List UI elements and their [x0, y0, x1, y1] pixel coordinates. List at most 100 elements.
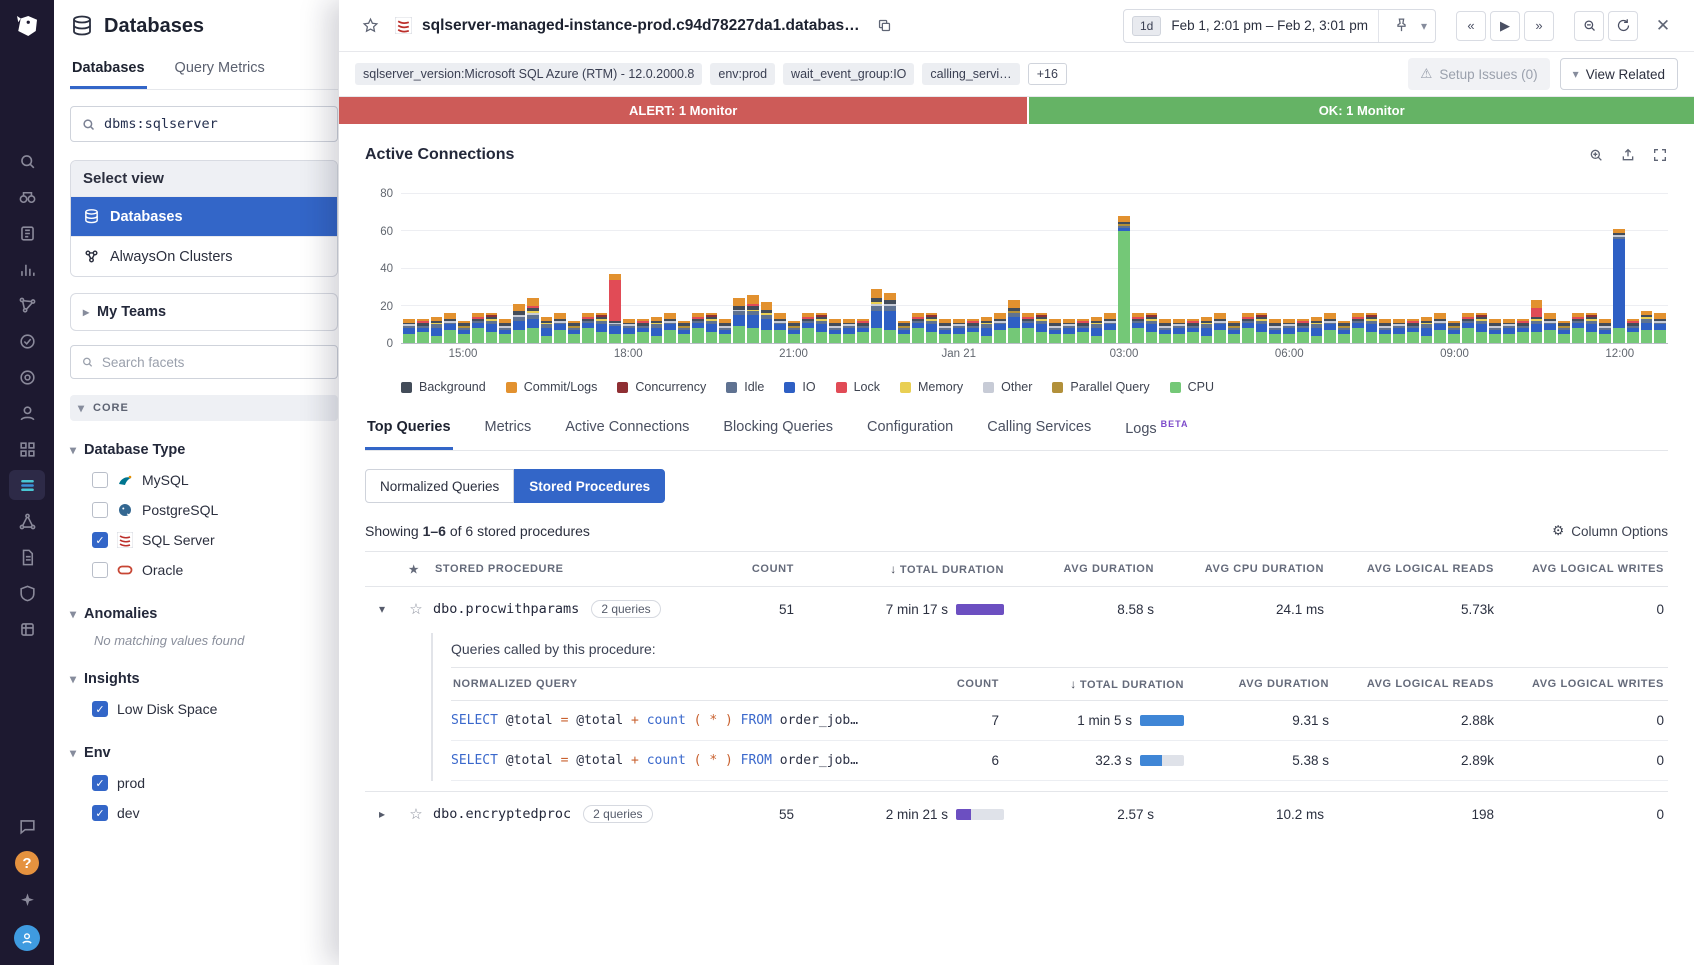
chart-bar[interactable] — [857, 194, 869, 343]
tab-calling-services[interactable]: Calling Services — [985, 408, 1093, 450]
chart-bar[interactable] — [1448, 194, 1460, 343]
chart-bar[interactable] — [609, 194, 621, 343]
chart-bar[interactable] — [554, 194, 566, 343]
chart-bar[interactable] — [1613, 194, 1625, 343]
queries-badge[interactable]: 2 queries — [583, 805, 652, 823]
legend-item[interactable]: Background — [401, 380, 486, 394]
chart-bar[interactable] — [541, 194, 553, 343]
chart-bar[interactable] — [1297, 194, 1309, 343]
normalized-queries-button[interactable]: Normalized Queries — [365, 469, 514, 503]
my-teams-toggle[interactable]: ▸ My Teams — [70, 293, 338, 331]
checkbox-unchecked[interactable] — [92, 472, 108, 488]
checkbox-checked[interactable]: ✓ — [92, 532, 108, 548]
facet-option-postgresql[interactable]: PostgreSQL — [70, 495, 338, 525]
chevron-down-icon[interactable]: ▾ — [1421, 19, 1427, 33]
chart-bar[interactable] — [706, 194, 718, 343]
chart-bar[interactable] — [939, 194, 951, 343]
chart-bar[interactable] — [1063, 194, 1075, 343]
zoom-out-icon[interactable] — [1574, 11, 1604, 41]
legend-item[interactable]: Memory — [900, 380, 963, 394]
network-icon[interactable] — [9, 506, 45, 536]
chat-icon[interactable] — [9, 811, 45, 841]
chart-bar[interactable] — [1201, 194, 1213, 343]
integrations-icon[interactable] — [9, 434, 45, 464]
checkbox-checked[interactable]: ✓ — [92, 805, 108, 821]
chart-bar[interactable] — [1379, 194, 1391, 343]
chart-bar[interactable] — [472, 194, 484, 343]
chart-bar[interactable] — [994, 194, 1006, 343]
row-star-icon[interactable]: ☆ — [399, 600, 433, 618]
chart-bar[interactable] — [719, 194, 731, 343]
metrics-icon[interactable] — [9, 254, 45, 284]
chart-bar[interactable] — [444, 194, 456, 343]
checkbox-unchecked[interactable] — [92, 562, 108, 578]
tag-chip[interactable]: env:prod — [710, 63, 775, 85]
view-item-databases[interactable]: Databases — [71, 196, 337, 236]
checkbox-checked[interactable]: ✓ — [92, 701, 108, 717]
time-range-text[interactable]: Feb 1, 2:01 pm – Feb 2, 3:01 pm — [1171, 18, 1368, 33]
legend-item[interactable]: Other — [983, 380, 1032, 394]
col-avg-logical-writes[interactable]: AVG LOGICAL WRITES — [1498, 563, 1668, 575]
stored-procedures-button[interactable]: Stored Procedures — [514, 469, 665, 503]
upgrade-sparkle-icon[interactable] — [9, 885, 45, 915]
reset-zoom-icon[interactable] — [1588, 147, 1604, 163]
chart-bar[interactable] — [651, 194, 663, 343]
tag-chip[interactable]: calling_servi… — [922, 63, 1019, 85]
traces-icon[interactable] — [9, 290, 45, 320]
chart-bar[interactable] — [1627, 194, 1639, 343]
chart-bar[interactable] — [1654, 194, 1666, 343]
col-avg-logical-writes[interactable]: AVG LOGICAL WRITES — [1498, 678, 1668, 690]
facet-option-prod[interactable]: ✓ prod — [70, 768, 338, 798]
chart-bar[interactable] — [1118, 194, 1130, 343]
facet-search-box[interactable] — [70, 345, 338, 379]
chart-bar[interactable] — [1352, 194, 1364, 343]
legend-item[interactable]: CPU — [1170, 380, 1214, 394]
legend-item[interactable]: Idle — [726, 380, 764, 394]
databases-icon[interactable] — [9, 470, 45, 500]
chart-bar[interactable] — [568, 194, 580, 343]
tab-logs[interactable]: LogsBETA — [1123, 408, 1190, 450]
chart-bar[interactable] — [1091, 194, 1103, 343]
legend-item[interactable]: IO — [784, 380, 815, 394]
logs-icon[interactable] — [9, 542, 45, 572]
chart-bar[interactable] — [678, 194, 690, 343]
datadog-logo[interactable] — [9, 8, 45, 44]
col-avg-duration[interactable]: AVG DURATION — [1188, 678, 1333, 690]
chart-bar[interactable] — [953, 194, 965, 343]
chart-bar[interactable] — [774, 194, 786, 343]
chart-bar[interactable] — [486, 194, 498, 343]
chart-bar[interactable] — [1256, 194, 1268, 343]
expand-chevron-icon[interactable]: ▸ — [365, 807, 399, 821]
chart-bar[interactable] — [1531, 194, 1543, 343]
chart-bar[interactable] — [1146, 194, 1158, 343]
row-star-icon[interactable]: ☆ — [399, 805, 433, 823]
chart-bar[interactable] — [458, 194, 470, 343]
chart-bar[interactable] — [499, 194, 511, 343]
col-count[interactable]: COUNT — [688, 563, 798, 575]
table-row[interactable]: ▸ ☆ dbo.encryptedproc 2 queries 55 2 min… — [365, 792, 1668, 836]
chart-bar[interactable] — [802, 194, 814, 343]
chart-bar[interactable] — [1311, 194, 1323, 343]
facet-option-oracle[interactable]: Oracle — [70, 555, 338, 585]
watchdog-icon[interactable] — [9, 182, 45, 212]
rum-icon[interactable] — [9, 398, 45, 428]
copy-icon[interactable] — [870, 11, 900, 41]
col-avg-logical-reads[interactable]: AVG LOGICAL READS — [1328, 563, 1498, 575]
normalized-query-text[interactable]: SELECT @total = @total + count ( * ) FRO… — [451, 753, 893, 768]
col-normalized-query[interactable]: NORMALIZED QUERY — [451, 678, 893, 690]
checkbox-checked[interactable]: ✓ — [92, 775, 108, 791]
ci-icon[interactable] — [9, 614, 45, 644]
view-item-alwayson-clusters[interactable]: AlwaysOn Clusters — [71, 236, 337, 276]
chart-bar[interactable] — [1242, 194, 1254, 343]
chart-bar[interactable] — [417, 194, 429, 343]
chart-bar[interactable] — [1489, 194, 1501, 343]
legend-item[interactable]: Commit/Logs — [506, 380, 598, 394]
rewind-button[interactable]: « — [1456, 11, 1486, 41]
fullscreen-icon[interactable] — [1652, 147, 1668, 163]
chart-bar[interactable] — [1036, 194, 1048, 343]
chart-bar[interactable] — [1214, 194, 1226, 343]
tab-query-metrics[interactable]: Query Metrics — [173, 52, 267, 89]
legend-item[interactable]: Concurrency — [617, 380, 706, 394]
chart-bar[interactable] — [1049, 194, 1061, 343]
chart-bar[interactable] — [1338, 194, 1350, 343]
